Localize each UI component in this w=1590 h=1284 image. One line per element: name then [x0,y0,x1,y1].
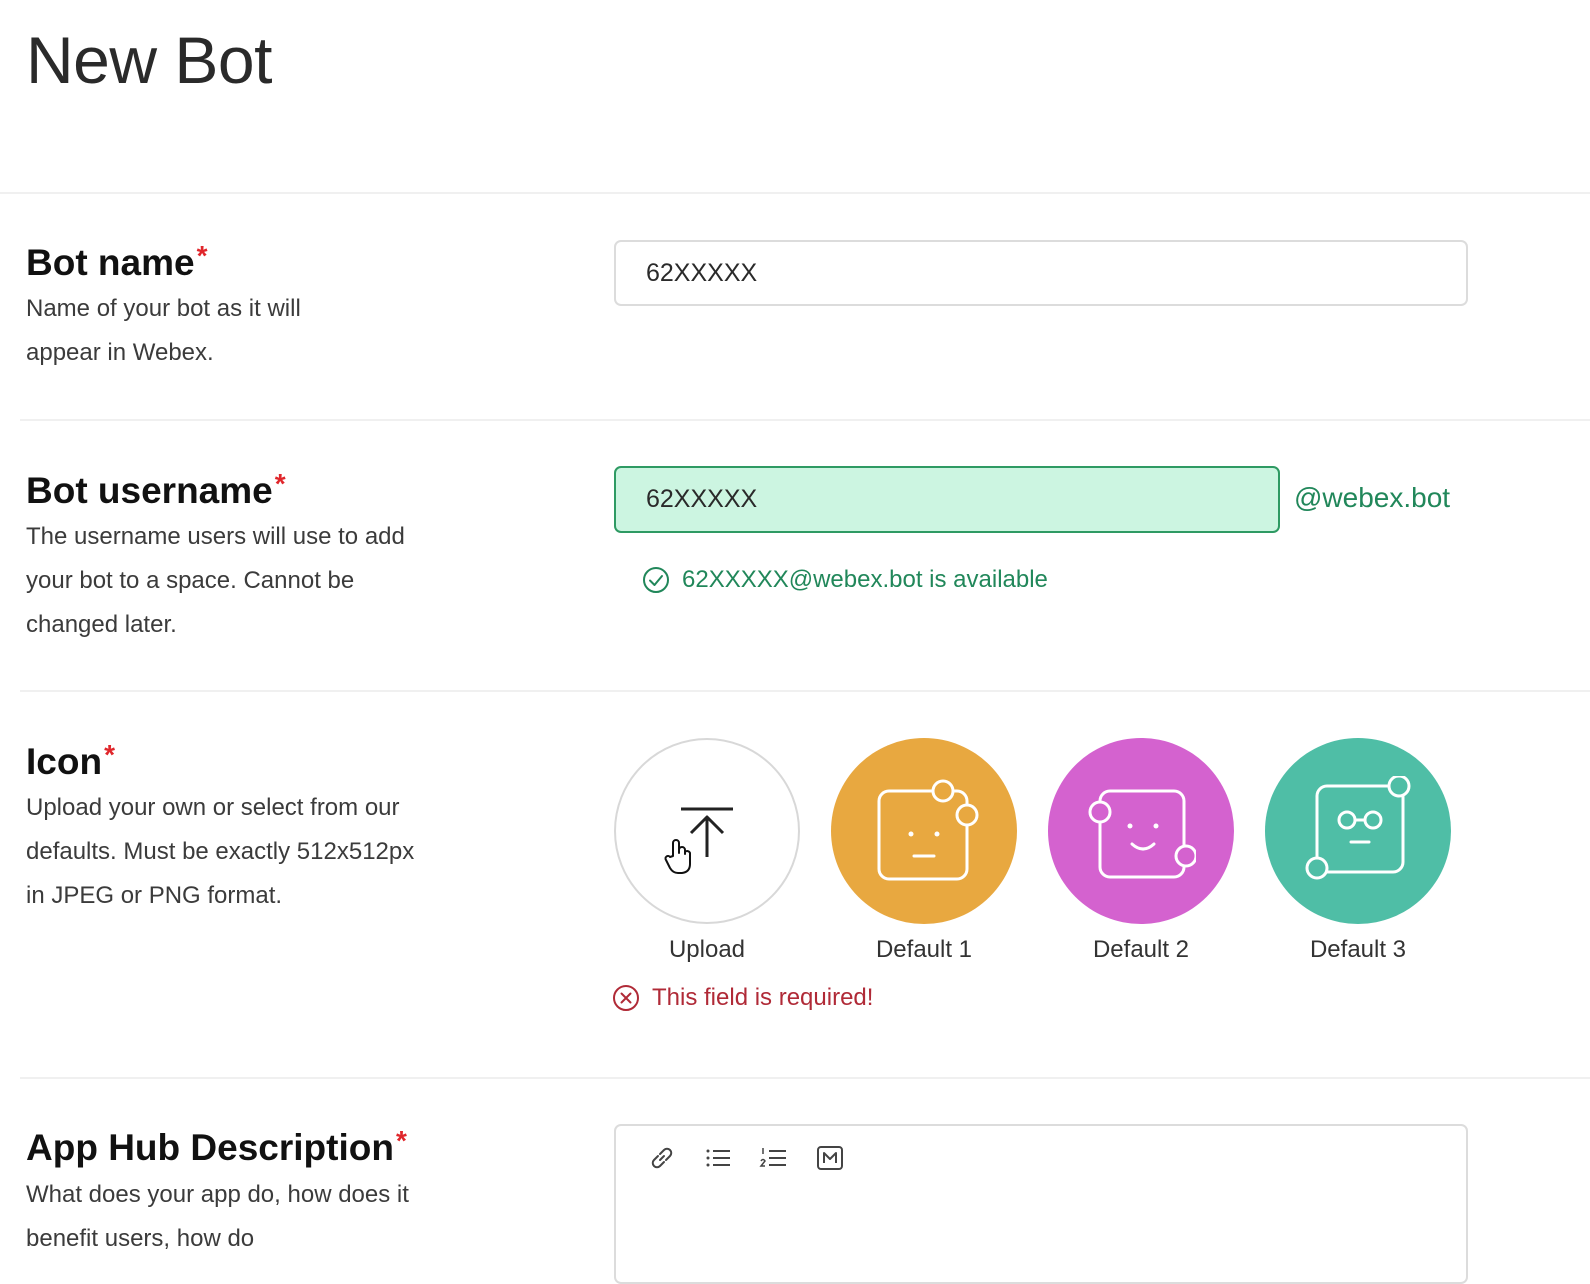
numbered-list-icon[interactable] [758,1142,790,1174]
bulleted-list-icon[interactable] [702,1142,734,1174]
icon-required-error: This field is required! [612,984,873,1012]
bot-name-description: Name of your bot as it will appear in We… [26,295,301,366]
bot-username-description: The username users will use to add your … [26,523,405,638]
icon-title-text: Icon [26,741,103,782]
required-asterisk: * [196,240,208,271]
upload-label: Upload [668,936,746,963]
divider [20,690,1590,692]
page-title: New Bot [26,23,272,97]
divider [20,1077,1590,1079]
username-available-message: 62XXXXX@webex.bot is available [642,566,1048,594]
required-asterisk: * [104,739,115,770]
robot-face-icon [1088,789,1196,879]
default-2-circle[interactable] [1048,738,1234,924]
markdown-icon[interactable] [814,1142,846,1174]
app-hub-description-text: What does your app do, how does it benef… [26,1181,409,1252]
default-3-circle[interactable] [1265,738,1451,924]
divider [20,419,1590,421]
app-hub-description-title: App Hub Description* [26,1125,407,1169]
link-icon[interactable] [646,1142,678,1174]
default-1-circle[interactable] [831,738,1017,924]
robot-face-icon [1305,776,1411,880]
icon-option-default-2[interactable]: Default 2 [1048,738,1234,964]
robot-face-icon [877,779,979,881]
required-asterisk: * [274,468,286,499]
default-1-label: Default 1 [875,936,973,963]
bot-username-input[interactable]: 62XXXXX [614,466,1280,533]
app-hub-title-text: App Hub Description [26,1127,394,1168]
default-2-label: Default 2 [1092,936,1190,963]
availability-text: 62XXXXX@webex.bot is available [682,566,1048,593]
bot-name-input[interactable]: 62XXXXX [614,240,1468,306]
error-circle-icon [613,985,639,1011]
bot-username-title-text: Bot username [26,470,273,511]
bot-name-title-text: Bot name [26,242,195,283]
check-circle-icon [643,567,669,593]
icon-option-upload[interactable]: Upload [614,738,800,964]
icon-title: Icon* [26,739,115,783]
icon-option-default-3[interactable]: Default 3 [1265,738,1451,964]
app-hub-description-editor[interactable] [614,1124,1468,1284]
username-domain-suffix: @webex.bot [1294,482,1451,513]
hand-cursor-icon [664,838,696,881]
editor-toolbar [616,1126,1466,1190]
default-3-label: Default 3 [1309,936,1407,963]
error-text: This field is required! [652,984,874,1011]
bot-username-title: Bot username* [26,468,286,512]
icon-description: Upload your own or select from our defau… [26,794,415,909]
icon-option-default-1[interactable]: Default 1 [831,738,1017,964]
upload-circle[interactable] [614,738,800,924]
bot-name-title: Bot name* [26,240,208,284]
required-asterisk: * [395,1125,407,1156]
divider [0,192,1590,194]
